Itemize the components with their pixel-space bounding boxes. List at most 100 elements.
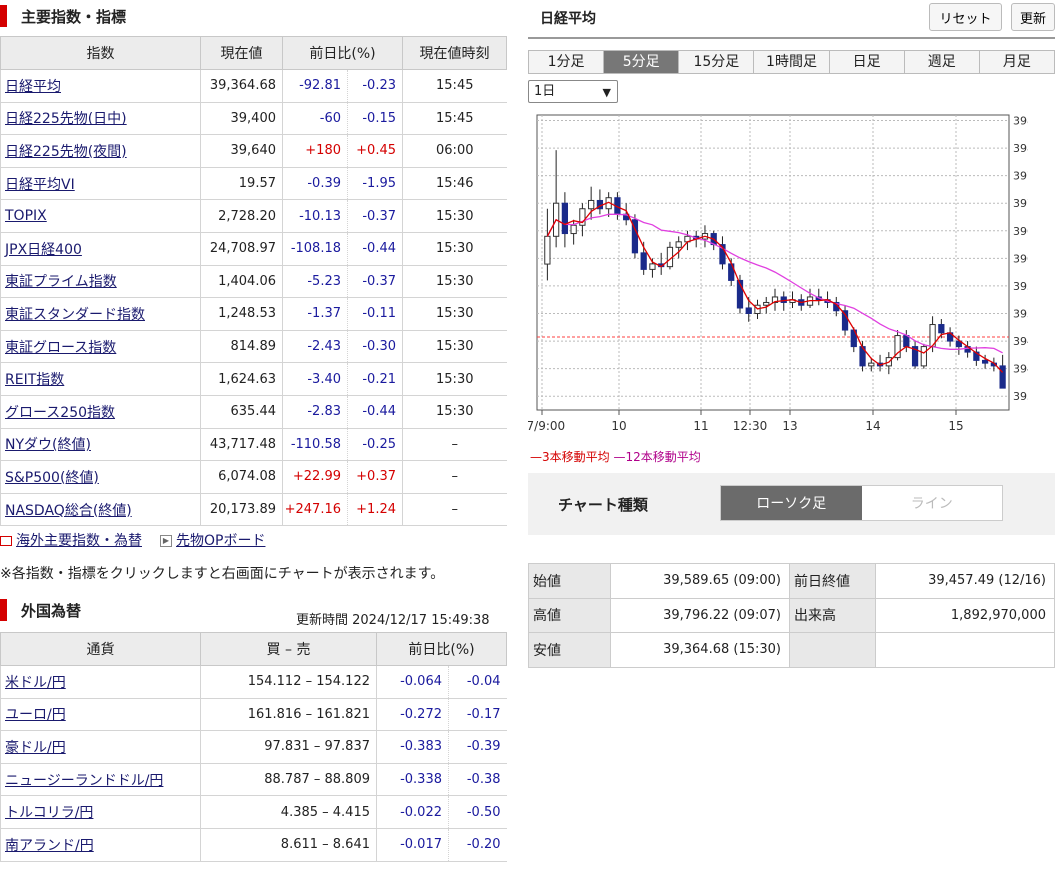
index-link[interactable]: 日経225先物(日中)	[5, 111, 127, 127]
refresh-button[interactable]: 更新	[1011, 3, 1055, 31]
currency-link[interactable]: ニュージーランドドル/円	[5, 773, 163, 789]
currency-name[interactable]: 豪ドル/円	[0, 730, 201, 764]
index-name[interactable]: 日経平均	[0, 69, 201, 103]
currency-name[interactable]: トルコリラ/円	[0, 795, 201, 829]
x-tick-label: 10	[611, 419, 626, 433]
currency-link[interactable]: トルコリラ/円	[5, 805, 93, 821]
table-row[interactable]: 日経平均 39,364.68 -92.81 -0.23 15:45	[0, 69, 507, 103]
tab-timeframe[interactable]: 1分足	[529, 51, 603, 73]
y-tick-label: 39550	[1013, 280, 1028, 293]
index-change: +180	[282, 134, 348, 168]
index-name[interactable]: 東証グロース指数	[0, 330, 201, 364]
candle-body	[544, 235, 551, 265]
index-name[interactable]: 日経平均VI	[0, 167, 201, 201]
table-row[interactable]: 東証プライム指数 1,404.06 -5.23 -0.37 15:30	[0, 265, 507, 299]
index-link[interactable]: NYダウ(終値)	[5, 437, 91, 453]
play-icon: ▶	[160, 535, 172, 547]
index-name[interactable]: 東証プライム指数	[0, 265, 201, 299]
index-link[interactable]: 東証グロース指数	[5, 340, 116, 356]
fx-pct: -0.04	[448, 665, 507, 699]
candlestick-chart: 39350 39400 39450 39500 39550 39600 39650 39700…	[528, 114, 1028, 433]
index-time: 15:45	[402, 69, 507, 103]
table-row[interactable]: TOPIX 2,728.20 -10.13 -0.37 15:30	[0, 199, 507, 233]
index-price: 635.44	[200, 395, 283, 429]
table-row[interactable]: 日経225先物(日中) 39,400 -60 -0.15 15:45	[0, 102, 507, 136]
table-row[interactable]: 東証スタンダード指数 1,248.53 -1.37 -0.11 15:30	[0, 297, 507, 331]
index-link[interactable]: NASDAQ総合(終値)	[5, 503, 132, 519]
overseas-link-wrap[interactable]: 海外主要指数・為替	[0, 530, 142, 550]
table-row[interactable]: 日経225先物(夜間) 39,640 +180 +0.45 06:00	[0, 134, 507, 168]
futures-board-link[interactable]: 先物OPボード	[176, 533, 265, 549]
index-link[interactable]: 日経225先物(夜間)	[5, 144, 127, 160]
period-select[interactable]: 1日 ▼	[528, 80, 618, 103]
y-tick-label: 39500	[1013, 308, 1028, 321]
tab-timeframe[interactable]: 日足	[828, 51, 904, 73]
index-price: 6,074.08	[200, 460, 283, 494]
table-row[interactable]: NYダウ(終値) 43,717.48 -110.58 -0.25–	[0, 428, 507, 462]
index-name[interactable]: 日経225先物(日中)	[0, 102, 201, 136]
candle-body	[745, 307, 752, 315]
table-row[interactable]: 日経平均VI 19.57 -0.39 -1.95 15:46	[0, 167, 507, 201]
index-link[interactable]: 東証プライム指数	[5, 274, 117, 290]
table-row[interactable]: NASDAQ総合(終値) 20,173.89 +247.16 +1.24–	[0, 493, 507, 527]
currency-name[interactable]: ニュージーランドドル/円	[0, 763, 201, 797]
table-row[interactable]: ユーロ/円 161.816 – 161.821 -0.272 -0.17	[0, 698, 507, 732]
index-name[interactable]: グロース250指数	[0, 395, 201, 429]
currency-name[interactable]: ユーロ/円	[0, 698, 201, 732]
candle-type-button[interactable]: ローソク足	[721, 486, 862, 520]
line-type-button[interactable]: ライン	[862, 486, 1003, 520]
currency-name[interactable]: 米ドル/円	[0, 665, 201, 699]
index-name[interactable]: 東証スタンダード指数	[0, 297, 201, 331]
index-name[interactable]: JPX日経400	[0, 232, 201, 266]
index-link[interactable]: グロース250指数	[5, 405, 115, 421]
table-row[interactable]: 豪ドル/円 97.831 – 97.837 -0.383 -0.39	[0, 730, 507, 764]
table-row[interactable]: 南アランド/円 8.611 – 8.641 -0.017 -0.20	[0, 828, 507, 862]
index-name[interactable]: S&P500(終値)	[0, 460, 201, 494]
currency-name[interactable]: 南アランド/円	[0, 828, 201, 862]
index-link[interactable]: JPX日経400	[5, 242, 82, 258]
index-time: –	[402, 460, 507, 494]
table-row[interactable]: ニュージーランドドル/円 88.787 – 88.809 -0.338 -0.38	[0, 763, 507, 797]
index-link[interactable]: 日経平均	[5, 79, 61, 95]
index-price: 2,728.20	[200, 199, 283, 233]
tab-timeframe[interactable]: 1時間足	[753, 51, 828, 73]
reset-button[interactable]: リセット	[929, 3, 1002, 31]
currency-link[interactable]: ユーロ/円	[5, 707, 66, 723]
index-name[interactable]: 日経225先物(夜間)	[0, 134, 201, 168]
index-link[interactable]: S&P500(終値)	[5, 470, 99, 486]
index-link[interactable]: REIT指数	[5, 372, 64, 388]
table-row[interactable]: JPX日経400 24,708.97 -108.18 -0.44 15:30	[0, 232, 507, 266]
index-name[interactable]: REIT指数	[0, 362, 201, 396]
index-link[interactable]: TOPIX	[5, 208, 47, 224]
table-row[interactable]: REIT指数 1,624.63 -3.40 -0.21 15:30	[0, 362, 507, 396]
currency-link[interactable]: 南アランド/円	[5, 838, 94, 854]
table-row[interactable]: S&P500(終値) 6,074.08 +22.99 +0.37–	[0, 460, 507, 494]
table-row[interactable]: グロース250指数 635.44 -2.83 -0.44 15:30	[0, 395, 507, 429]
index-link[interactable]: 東証スタンダード指数	[5, 307, 145, 323]
index-link[interactable]: 日経平均VI	[5, 177, 75, 193]
stat-value: 39,457.49 (12/16)	[875, 563, 1055, 599]
col-currency: 通貨	[0, 632, 201, 666]
tab-timeframe[interactable]: 5分足	[603, 51, 679, 73]
stats-row: 高値 39,796.22 (09:07) 出来高 1,892,970,000	[528, 597, 1055, 634]
tab-timeframe[interactable]: 15分足	[678, 51, 753, 73]
index-name[interactable]: NYダウ(終値)	[0, 428, 201, 462]
index-price: 19.57	[200, 167, 283, 201]
table-row[interactable]: トルコリラ/円 4.385 – 4.415 -0.022 -0.50	[0, 795, 507, 829]
tab-timeframe[interactable]: 月足	[978, 51, 1054, 73]
currency-link[interactable]: 米ドル/円	[5, 675, 66, 691]
index-name[interactable]: TOPIX	[0, 199, 201, 233]
tab-timeframe[interactable]: 週足	[903, 51, 979, 73]
index-change: -10.13	[282, 199, 348, 233]
legend-ma3: —3本移動平均	[530, 450, 610, 464]
index-pct: -0.11	[347, 297, 403, 331]
futures-link-wrap[interactable]: ▶ 先物OPボード	[160, 530, 265, 550]
table-row[interactable]: 米ドル/円 154.112 – 154.122 -0.064 -0.04	[0, 665, 507, 699]
y-tick-label: 39600	[1013, 252, 1028, 265]
index-name[interactable]: NASDAQ総合(終値)	[0, 493, 201, 527]
currency-link[interactable]: 豪ドル/円	[5, 740, 66, 756]
table-row[interactable]: 東証グロース指数 814.89 -2.43 -0.30 15:30	[0, 330, 507, 364]
overseas-indices-link[interactable]: 海外主要指数・為替	[16, 533, 142, 549]
fx-table: 通貨 買 – 売 前日比(%) 米ドル/円 154.112 – 154.122 -0…	[0, 632, 507, 862]
index-change: -2.83	[282, 395, 348, 429]
